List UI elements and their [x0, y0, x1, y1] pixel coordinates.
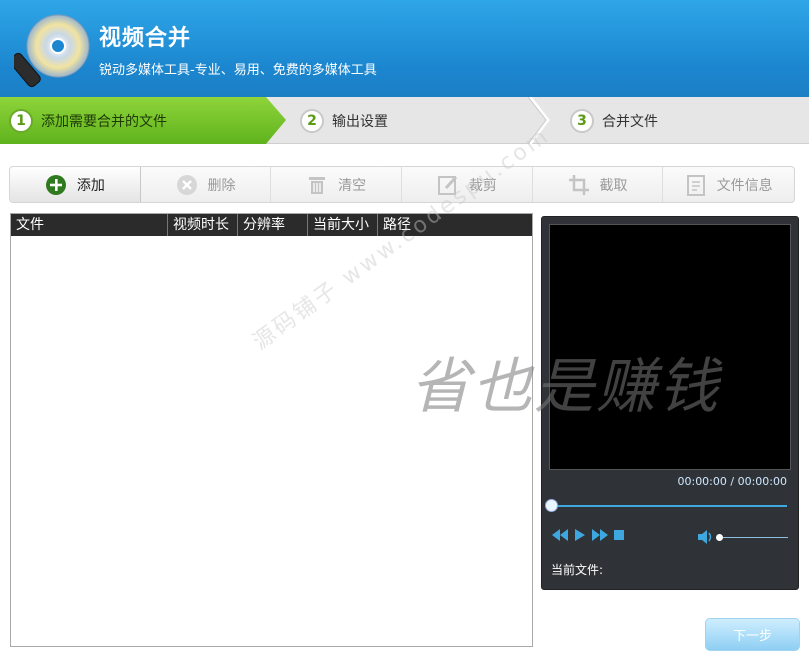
add-label: 添加: [76, 177, 105, 194]
toolbar: 添加 删除 清空 裁剪 截取 文件信息: [9, 166, 795, 203]
document-icon: [685, 174, 707, 196]
play-icon[interactable]: [574, 529, 586, 541]
add-button[interactable]: 添加: [10, 167, 141, 202]
clear-label: 清空: [338, 177, 367, 194]
step-label: 合并文件: [602, 113, 658, 130]
current-file-label: 当前文件:: [551, 563, 604, 577]
step-number: 1: [9, 108, 33, 133]
plus-icon: [45, 174, 67, 196]
step-merge-files[interactable]: 3 合并文件: [566, 97, 658, 144]
app-title: 视频合并: [99, 26, 192, 51]
wizard-steps: 1 添加需要合并的文件 2 输出设置 3 合并文件: [0, 97, 809, 144]
stop-icon[interactable]: [614, 530, 624, 540]
crop-icon: [568, 174, 590, 196]
seek-handle[interactable]: [545, 499, 558, 512]
volume-slider[interactable]: [716, 533, 788, 541]
app-header: 视频合并 锐动多媒体工具-专业、易用、免费的多媒体工具: [0, 0, 809, 97]
file-info-button[interactable]: 文件信息: [663, 167, 794, 202]
column-size[interactable]: 当前大小: [308, 214, 378, 236]
step-number: 2: [300, 108, 324, 133]
watermark-text: 省也是赚钱: [410, 352, 720, 422]
column-file[interactable]: 文件: [11, 214, 168, 236]
file-info-label: 文件信息: [716, 177, 773, 194]
crop-label: 截取: [599, 177, 628, 194]
seek-bar[interactable]: [545, 499, 787, 512]
step-label: 输出设置: [332, 113, 388, 130]
volume-icon[interactable]: [698, 530, 714, 544]
delete-icon: [176, 174, 198, 196]
rewind-icon[interactable]: [552, 529, 568, 541]
column-resolution[interactable]: 分辨率: [238, 214, 308, 236]
delete-button[interactable]: 删除: [141, 167, 272, 202]
crop-button[interactable]: 截取: [533, 167, 664, 202]
volume-handle[interactable]: [716, 533, 723, 541]
step-add-files[interactable]: 1 添加需要合并的文件: [0, 97, 286, 144]
file-list[interactable]: 文件 视频时长 分辨率 当前大小 路径: [10, 213, 533, 647]
trash-icon: [306, 174, 328, 196]
step-label: 添加需要合并的文件: [41, 113, 167, 130]
clear-button[interactable]: 清空: [271, 167, 403, 202]
step-number: 3: [570, 108, 594, 133]
next-button[interactable]: 下一步: [705, 618, 800, 651]
column-duration[interactable]: 视频时长: [168, 214, 238, 236]
delete-label: 删除: [207, 177, 236, 194]
volume-control[interactable]: [698, 530, 788, 544]
step-output-settings[interactable]: 2 输出设置: [296, 97, 388, 144]
fast-forward-icon[interactable]: [592, 529, 608, 541]
time-display: 00:00:00 / 00:00:00: [677, 475, 787, 488]
app-logo-icon: [14, 14, 90, 88]
app-subtitle: 锐动多媒体工具-专业、易用、免费的多媒体工具: [99, 63, 377, 78]
playback-controls: [552, 529, 624, 541]
